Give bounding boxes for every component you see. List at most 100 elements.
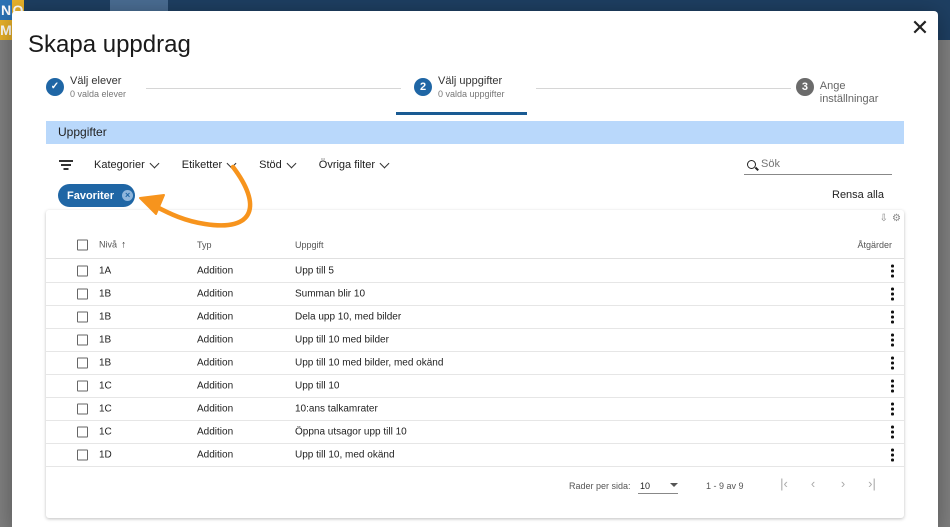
column-header-task: Uppgift [295, 240, 324, 250]
row-checkbox[interactable] [77, 334, 88, 346]
cell-task: 10:ans talkamrater [295, 403, 378, 415]
rows-per-page-select[interactable]: 10 [638, 478, 678, 494]
cell-task: Upp till 10 med bilder [295, 334, 389, 346]
more-actions-icon[interactable] [891, 402, 894, 416]
cell-type: Addition [197, 334, 234, 346]
table-row[interactable]: 1A Addition Upp till 5 [46, 260, 904, 283]
search-input[interactable] [761, 158, 881, 170]
row-checkbox[interactable] [77, 426, 88, 438]
table-header: Nivå ↑ Typ Uppgift Åtgärder [46, 232, 904, 259]
cell-type: Addition [197, 357, 234, 369]
table-row[interactable]: 1B Addition Upp till 10 med bilder [46, 329, 904, 352]
cell-level: 1B [99, 357, 112, 369]
cell-type: Addition [197, 426, 234, 438]
tasks-table: ⇩ ⚙ Nivå ↑ Typ Uppgift Åtgärder 1A Additio… [46, 210, 904, 518]
step-number: 2 [414, 78, 432, 96]
filter-categories-dropdown[interactable]: Kategorier [94, 158, 160, 171]
table-row[interactable]: 1C Addition 10:ans talkamrater [46, 398, 904, 421]
filter-label: Övriga filter [318, 159, 376, 171]
table-row[interactable]: 1B Addition Summan blir 10 [46, 283, 904, 306]
table-row[interactable]: 1B Addition Dela upp 10, med bilder [46, 306, 904, 329]
row-checkbox[interactable] [77, 380, 88, 392]
more-actions-icon[interactable] [891, 264, 894, 278]
column-header-type: Typ [197, 240, 212, 250]
chevron-down-icon [379, 158, 390, 168]
page-range-label: 1 - 9 av 9 [706, 481, 744, 491]
filter-icon[interactable] [58, 158, 74, 172]
more-actions-icon[interactable] [891, 448, 894, 462]
more-actions-icon[interactable] [891, 379, 894, 393]
step-settings[interactable]: 3 Ange inställningar [796, 75, 906, 106]
dialog-title: Skapa uppdrag [28, 31, 191, 58]
logo-letter: M [0, 20, 12, 40]
filter-bar: Kategorier Etiketter Stöd Övriga filter [58, 153, 412, 177]
section-title: Uppgifter [58, 125, 107, 139]
cell-type: Addition [197, 265, 234, 277]
filter-label: Stöd [259, 159, 282, 171]
cell-task: Upp till 5 [295, 265, 334, 277]
step-number: 3 [796, 78, 814, 96]
dropdown-arrow-icon [670, 483, 678, 487]
check-icon: ✓ [46, 78, 64, 96]
cell-type: Addition [197, 288, 234, 300]
cell-task: Upp till 10, med okänd [295, 449, 395, 461]
step-label: Välj uppgifter [438, 75, 503, 87]
more-actions-icon[interactable] [891, 333, 894, 347]
step-select-students[interactable]: ✓ Välj elever 0 valda elever [46, 75, 126, 101]
step-select-tasks[interactable]: 2 Välj uppgifter 0 valda uppgifter [414, 75, 505, 101]
table-row[interactable]: 1B Addition Upp till 10 med bilder, med ok… [46, 352, 904, 375]
column-header-actions: Åtgärder [857, 240, 892, 250]
step-sublabel: 0 valda uppgifter [438, 89, 505, 99]
chevron-down-icon [149, 158, 160, 168]
close-button[interactable]: ✕ [908, 17, 932, 41]
table-tools: ⇩ ⚙ [880, 213, 901, 224]
search-field[interactable] [744, 154, 892, 175]
active-step-indicator [396, 112, 527, 115]
next-page-icon[interactable]: › [835, 476, 851, 492]
row-checkbox[interactable] [77, 357, 88, 369]
rows-per-page-label: Rader per sida: [569, 481, 631, 491]
select-all-checkbox[interactable] [77, 239, 88, 251]
filter-tags-dropdown[interactable]: Etiketter [181, 158, 237, 171]
filter-label: Kategorier [94, 159, 145, 171]
settings-icon[interactable]: ⚙ [892, 213, 901, 224]
step-connector [146, 88, 401, 89]
row-checkbox[interactable] [77, 265, 88, 277]
cell-level: 1B [99, 288, 112, 300]
table-row[interactable]: 1C Addition Upp till 10 [46, 375, 904, 398]
chip-remove-icon[interactable]: × [122, 190, 134, 201]
table-row[interactable]: 1C Addition Öppna utsagor upp till 10 [46, 421, 904, 444]
row-checkbox[interactable] [77, 288, 88, 300]
rows-per-page-value: 10 [640, 481, 651, 491]
cell-type: Addition [197, 403, 234, 415]
column-header-level[interactable]: Nivå ↑ [99, 240, 126, 251]
more-actions-icon[interactable] [891, 356, 894, 370]
more-actions-icon[interactable] [891, 287, 894, 301]
step-label: Välj elever [70, 75, 122, 87]
cell-task: Upp till 10 [295, 380, 340, 392]
cell-level: 1B [99, 334, 112, 346]
row-checkbox[interactable] [77, 311, 88, 323]
row-checkbox[interactable] [77, 449, 88, 461]
section-header: Uppgifter [46, 121, 904, 144]
filter-support-dropdown[interactable]: Stöd [259, 158, 297, 171]
create-assignment-dialog: ✕ Skapa uppdrag ✓ Välj elever 0 valda el… [12, 11, 938, 527]
table-row[interactable]: 1D Addition Upp till 10, med okänd [46, 444, 904, 467]
more-actions-icon[interactable] [891, 425, 894, 439]
clear-all-button[interactable]: Rensa alla [832, 189, 884, 201]
pagination: Rader per sida: 10 1 - 9 av 9 |‹ ‹ › ›| [46, 476, 904, 498]
last-page-icon[interactable]: ›| [864, 476, 880, 492]
cell-type: Addition [197, 449, 234, 461]
cell-task: Öppna utsagor upp till 10 [295, 426, 407, 438]
previous-page-icon[interactable]: ‹ [805, 476, 821, 492]
more-actions-icon[interactable] [891, 310, 894, 324]
cell-type: Addition [197, 311, 234, 323]
cell-task: Upp till 10 med bilder, med okänd [295, 357, 444, 369]
favorites-filter-chip[interactable]: Favoriter × [58, 184, 135, 207]
first-page-icon[interactable]: |‹ [776, 476, 792, 492]
step-sublabel: 0 valda elever [70, 89, 127, 99]
row-checkbox[interactable] [77, 403, 88, 415]
filter-other-dropdown[interactable]: Övriga filter [318, 158, 390, 171]
export-icon[interactable]: ⇩ [880, 213, 888, 224]
filter-label: Etiketter [181, 159, 223, 171]
